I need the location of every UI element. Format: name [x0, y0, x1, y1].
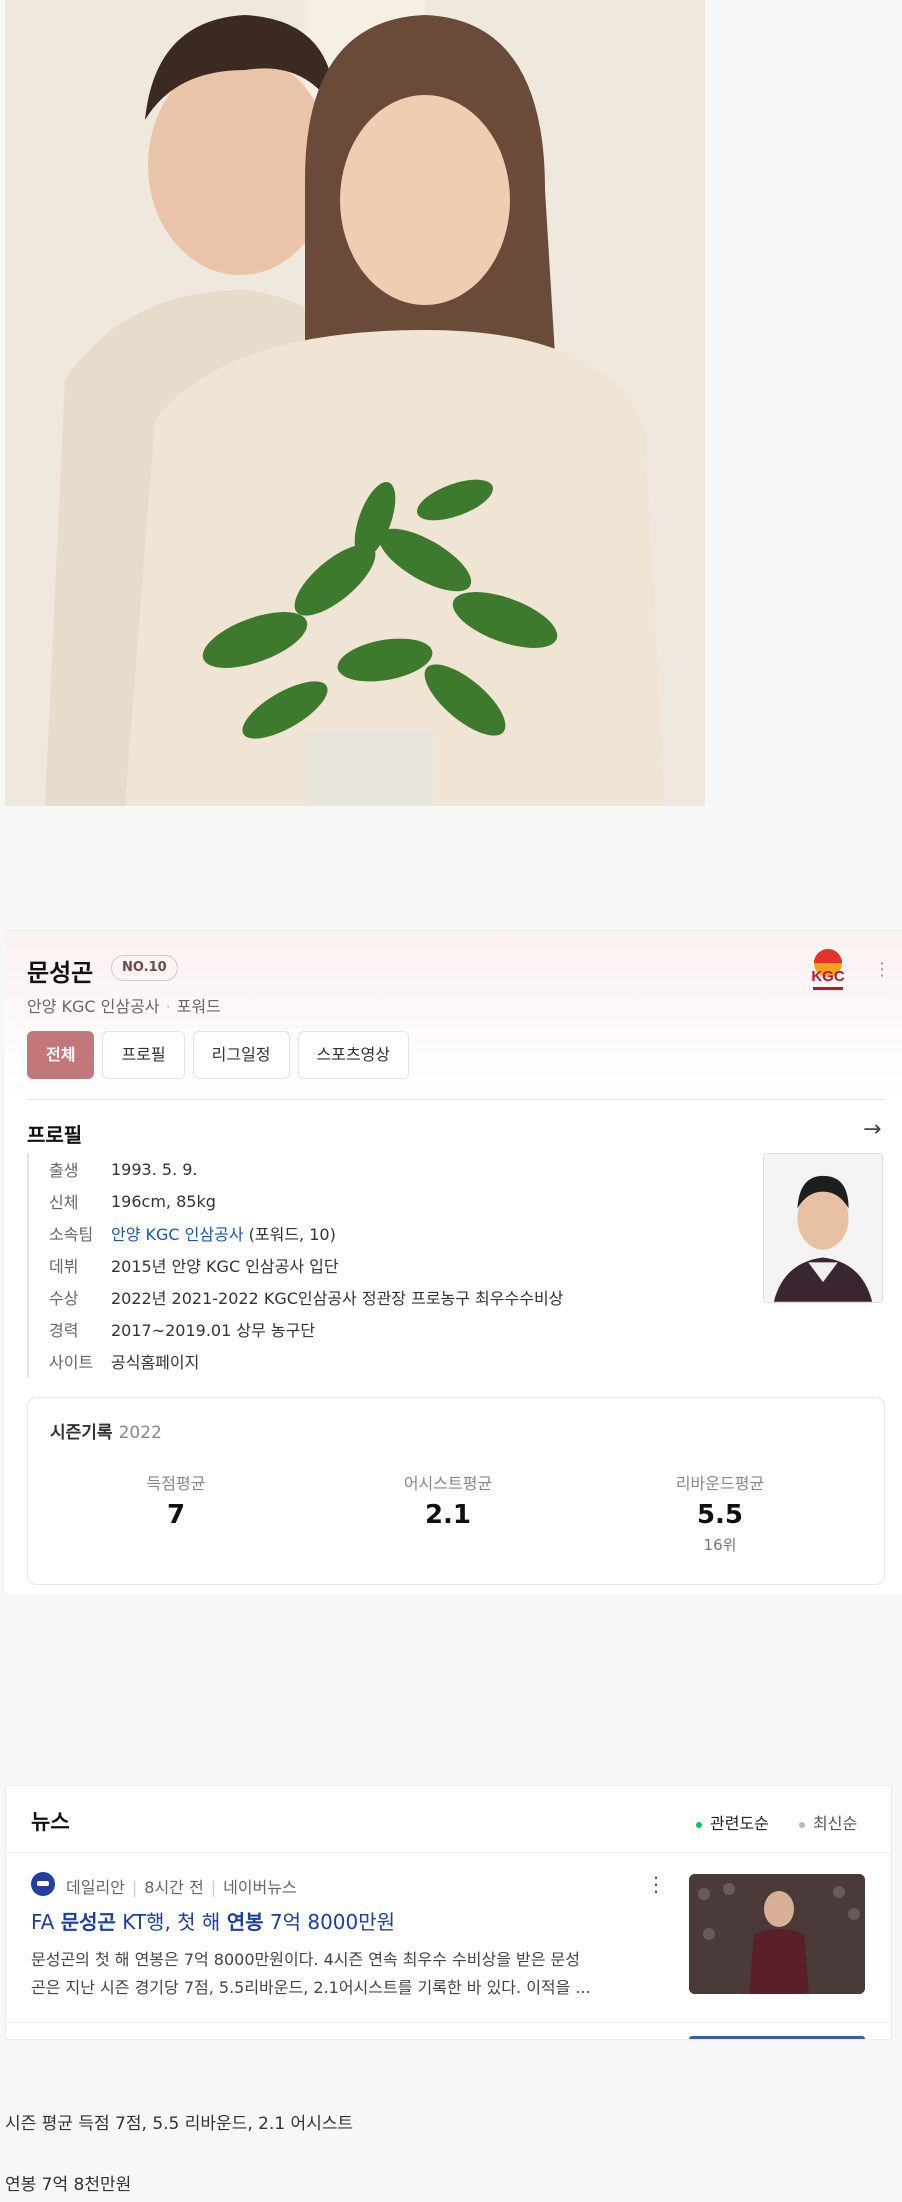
snippet-line: 문성곤의 첫 해 연봉은 7억 8000만원이다. 4시즌 연속 최우수 수비상…	[31, 1950, 580, 1969]
sort-latest-label: 최신순	[813, 1814, 858, 1833]
stat-value: 7	[166, 1500, 186, 1530]
profile-info-list: 출생 1993. 5. 9. 신체 196cm, 85kg 소속팀 안양 KGC…	[27, 1153, 563, 1377]
official-homepage-link[interactable]: 공식홈페이지	[111, 1349, 199, 1373]
stat-label: 어시스트평균	[403, 1474, 493, 1493]
divider	[6, 2022, 891, 2023]
headline-keyword: 문성곤	[60, 1910, 116, 1934]
sort-relevance-label: 관련도순	[710, 1814, 769, 1833]
active-dot-icon	[696, 1821, 702, 1828]
next-article-thumbnail-edge	[689, 2036, 865, 2039]
caption-stats: 시즌 평균 득점 7점, 5.5 리바운드, 2.1 어시스트	[5, 2114, 354, 2134]
player-profile-card: 문성곤 NO.10 안양 KGC 인삼공사 · 포워드 KGC ⋮ 전체 프로필 리…	[5, 930, 902, 1594]
info-key: 소속팀	[49, 1225, 94, 1244]
tab-all[interactable]: 전체	[27, 1031, 95, 1079]
season-title: 시즌기록 2022	[50, 1418, 162, 1443]
press-info: 데일리안 | 8시간 전 | 네이버뉴스	[66, 1874, 297, 1898]
article-headline[interactable]: FA 문성곤 KT행, 첫 해 연봉 7억 8000만원	[31, 1906, 395, 1935]
news-source[interactable]: 네이버뉴스	[223, 1878, 297, 1897]
team-logo-text: KGC	[811, 968, 845, 985]
info-value: 196cm, 85kg	[111, 1191, 216, 1211]
sort-relevance[interactable]: 관련도순	[696, 1810, 769, 1834]
info-row-team: 소속팀 안양 KGC 인삼공사 (포워드, 10)	[49, 1217, 563, 1249]
info-row-career: 경력 2017~2019.01 상무 농구단	[49, 1313, 563, 1345]
inactive-dot-icon	[799, 1821, 805, 1828]
stat-assists: 어시스트평균 2.1	[348, 1470, 548, 1530]
stat-rebounds: 리바운드평균 5.5 16위	[620, 1470, 820, 1555]
season-year: 2022	[118, 1423, 162, 1443]
separator-dot: ·	[165, 997, 171, 1016]
divider	[27, 1099, 885, 1100]
info-key: 출생	[49, 1161, 79, 1180]
info-key: 사이트	[49, 1353, 94, 1372]
headline-part: FA	[31, 1910, 61, 1934]
headline-part: 7억 8000만원	[263, 1910, 396, 1934]
team-link[interactable]: 안양 KGC 인삼공사	[111, 1225, 244, 1244]
player-position: 포워드	[176, 997, 221, 1016]
headline-part: KT행, 첫 해	[115, 1910, 227, 1934]
info-row-body: 신체 196cm, 85kg	[49, 1185, 563, 1217]
stat-rank: 16위	[703, 1536, 737, 1554]
team-logo[interactable]: KGC	[805, 943, 851, 997]
info-value: 2022년 2021-2022 KGC인삼공사 정관장 프로농구 최우수수비상	[111, 1289, 564, 1308]
player-name: 문성곤	[27, 959, 94, 987]
info-value: 2015년 안양 KGC 인삼공사 입단	[111, 1257, 339, 1276]
info-key: 수상	[49, 1289, 79, 1308]
info-key: 데뷔	[49, 1257, 79, 1276]
sort-latest[interactable]: 최신순	[799, 1810, 857, 1834]
article-time: 8시간 전	[144, 1878, 204, 1897]
more-options-icon[interactable]: ⋮	[873, 961, 891, 979]
tab-profile[interactable]: 프로필	[102, 1031, 185, 1079]
more-options-icon[interactable]: ⋮	[646, 1872, 666, 1896]
headline-keyword: 연봉	[226, 1910, 264, 1934]
press-logo-icon[interactable]	[31, 1872, 55, 1896]
article-thumbnail[interactable]	[689, 1874, 865, 1994]
article-snippet: 문성곤의 첫 해 연봉은 7억 8000만원이다. 4시즌 연속 최우수 수비상…	[31, 1946, 651, 2002]
tab-sports-video[interactable]: 스포츠영상	[297, 1031, 410, 1079]
team-name[interactable]: 안양 KGC 인삼공사	[27, 997, 160, 1016]
info-key: 경력	[49, 1321, 79, 1340]
info-row-birth: 출생 1993. 5. 9.	[49, 1153, 563, 1185]
stat-value: 2.1	[424, 1500, 472, 1530]
player-number-badge: NO.10	[111, 955, 178, 981]
tab-bar: 전체 프로필 리그일정 스포츠영상	[27, 1031, 410, 1079]
info-row-award: 수상 2022년 2021-2022 KGC인삼공사 정관장 프로농구 최우수수…	[49, 1281, 563, 1313]
snippet-line: 곤은 지난 시즌 경기당 7점, 5.5리바운드, 2.1어시스트를 기록한 바…	[31, 1978, 591, 1997]
stat-points: 득점평균 7	[76, 1470, 276, 1530]
info-value: 1993. 5. 9.	[111, 1159, 198, 1179]
caption-salary: 연봉 7억 8천만원	[5, 2175, 132, 2195]
info-key: 신체	[49, 1193, 79, 1212]
info-value: 안양 KGC 인삼공사 (포워드, 10)	[111, 1221, 336, 1245]
team-position-line: 안양 KGC 인삼공사 · 포워드	[27, 993, 221, 1017]
separator: |	[131, 1878, 138, 1897]
profile-section-title: 프로필	[27, 1123, 83, 1147]
news-card: 뉴스 관련도순 최신순 데일리안 | 8시간 전 | 네이버뉴스 ⋮ FA 문성곤 KT…	[5, 1785, 892, 2040]
team-detail: (포워드, 10)	[243, 1225, 336, 1244]
news-title: 뉴스	[31, 1810, 70, 1834]
arrow-right-icon[interactable]: →	[863, 1117, 881, 1142]
season-record-box: 시즌기록 2022 득점평균 7 어시스트평균 2.1 리바운드평균 5.5 16…	[27, 1397, 885, 1585]
info-row-site: 사이트 공식홈페이지	[49, 1345, 563, 1377]
player-portrait[interactable]	[763, 1153, 883, 1303]
couple-photo	[5, 0, 705, 806]
season-title-label: 시즌기록	[50, 1423, 113, 1443]
divider	[6, 1852, 891, 1853]
info-row-debut: 데뷔 2015년 안양 KGC 인삼공사 입단	[49, 1249, 563, 1281]
press-name[interactable]: 데일리안	[66, 1878, 125, 1897]
stat-label: 득점평균	[146, 1474, 206, 1493]
stat-value: 5.5	[696, 1500, 744, 1530]
stat-label: 리바운드평균	[675, 1474, 765, 1493]
separator: |	[210, 1878, 217, 1897]
tab-league-schedule[interactable]: 리그일정	[192, 1031, 290, 1079]
info-value: 2017~2019.01 상무 농구단	[111, 1321, 316, 1340]
